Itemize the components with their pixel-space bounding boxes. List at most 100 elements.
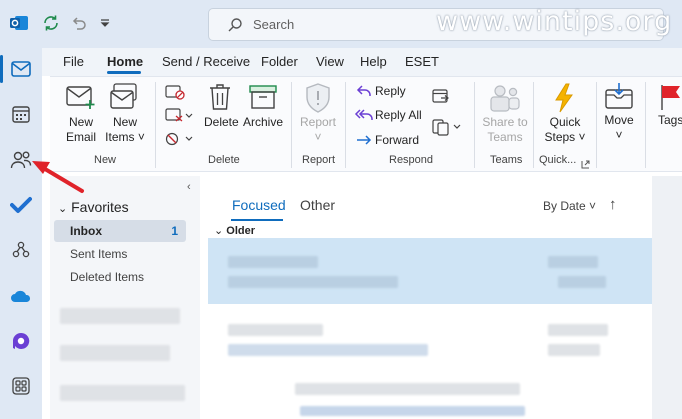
- folder-inbox[interactable]: Inbox 1: [54, 220, 186, 242]
- move-button[interactable]: Move: [602, 113, 636, 128]
- chevron-down-icon: ⌄: [58, 203, 68, 215]
- tab-view[interactable]: View: [316, 54, 344, 69]
- tab-home[interactable]: Home: [107, 54, 143, 69]
- blurred-sender: [228, 256, 318, 268]
- tab-eset[interactable]: ESET: [405, 54, 439, 69]
- blurred-link[interactable]: [300, 406, 525, 416]
- tab-file[interactable]: File: [63, 54, 84, 69]
- todo-icon[interactable]: [0, 185, 42, 225]
- search-input[interactable]: Search: [253, 17, 294, 32]
- group-label-new: New: [94, 154, 117, 166]
- group-separator: [596, 82, 597, 168]
- group-separator: [155, 82, 156, 168]
- group-separator: [345, 82, 346, 168]
- blurred-icons: [548, 324, 608, 336]
- focused-tab-indicator: [231, 219, 283, 221]
- forward-button[interactable]: Forward: [375, 133, 419, 148]
- delete-icon: [208, 83, 232, 116]
- more-respond-icon[interactable]: [432, 118, 462, 141]
- blurred-folder[interactable]: [60, 385, 185, 401]
- favorites-label: Favorites: [71, 199, 129, 215]
- unread-count: 1: [171, 224, 178, 238]
- group-label-respond: Respond: [389, 154, 434, 166]
- tab-send-receive[interactable]: Send / Receive: [162, 54, 250, 69]
- folder-deleted-items[interactable]: Deleted Items: [54, 266, 186, 288]
- calendar-icon[interactable]: [0, 94, 42, 134]
- dialog-launcher-icon[interactable]: [581, 156, 590, 174]
- message-row[interactable]: [208, 310, 652, 380]
- tab-help[interactable]: Help: [360, 54, 387, 69]
- group-label-teams: Teams: [490, 154, 523, 166]
- quick-steps-button[interactable]: Quick Steps ˅: [542, 115, 588, 145]
- group-separator: [645, 82, 646, 168]
- people-icon[interactable]: [0, 140, 42, 180]
- archive-button[interactable]: Archive: [243, 115, 283, 130]
- sort-by-dropdown[interactable]: By Date ˅: [543, 199, 596, 213]
- tab-focused[interactable]: Focused: [232, 197, 286, 213]
- share-to-teams-line2: Teams: [487, 130, 523, 144]
- message-row-selected[interactable]: [208, 238, 652, 304]
- reply-all-button[interactable]: Reply All: [375, 108, 422, 123]
- blurred-text: [295, 383, 520, 395]
- folder-sent-items[interactable]: Sent Items: [54, 243, 186, 265]
- move-icon: [605, 82, 633, 115]
- folder-label: Sent Items: [70, 247, 128, 261]
- mail-icon[interactable]: [0, 49, 42, 89]
- blurred-date: [558, 276, 606, 288]
- blurred-icons: [548, 256, 598, 268]
- group-separator: [474, 82, 475, 168]
- onedrive-icon[interactable]: [0, 276, 42, 316]
- report-dropdown-chevron[interactable]: ˅: [313, 130, 323, 145]
- favorites-header[interactable]: ⌄ Favorites: [58, 199, 129, 215]
- share-to-teams-button[interactable]: Share to Teams: [481, 115, 529, 145]
- blurred-folder[interactable]: [60, 308, 180, 324]
- quick-steps-line2: Steps ˅: [544, 130, 586, 144]
- quick-steps-icon: [553, 83, 575, 118]
- new-email-icon: [66, 84, 96, 115]
- watermark: www.wintips.org: [436, 6, 673, 37]
- blurred-folder[interactable]: [60, 345, 170, 361]
- ignore-icon[interactable]: [165, 84, 187, 105]
- group-label-report: Report: [302, 154, 336, 166]
- collapse-pane-icon[interactable]: ‹: [187, 181, 191, 193]
- blurred-date: [548, 344, 600, 356]
- reply-all-icon: [354, 108, 374, 127]
- sort-direction-icon[interactable]: ↑: [609, 196, 617, 213]
- junk-icon[interactable]: [165, 130, 193, 153]
- tab-folder[interactable]: Folder: [261, 54, 298, 69]
- report-button[interactable]: Report: [299, 115, 337, 130]
- delete-button[interactable]: Delete: [204, 115, 239, 130]
- group-header-label: Older: [226, 225, 256, 237]
- more-apps-icon[interactable]: [0, 366, 42, 406]
- meeting-reply-icon[interactable]: [432, 88, 450, 109]
- blurred-sender: [228, 324, 323, 336]
- viva-icon[interactable]: [0, 321, 42, 361]
- folder-label: Inbox: [70, 224, 102, 238]
- quick-steps-line1: Quick: [549, 115, 581, 129]
- new-items-label-line1: New: [112, 115, 137, 129]
- new-items-button[interactable]: New Items ˅: [104, 115, 146, 145]
- share-to-teams-icon: [489, 83, 521, 118]
- folder-label: Deleted Items: [70, 270, 145, 284]
- move-dropdown-chevron[interactable]: ˅: [614, 128, 624, 143]
- group-label-quick-steps: Quick...: [539, 154, 577, 166]
- cleanup-icon[interactable]: [165, 107, 193, 128]
- title-bar: Search www.wintips.org: [0, 0, 682, 48]
- reply-button[interactable]: Reply: [375, 84, 406, 99]
- archive-icon: [249, 84, 277, 115]
- tags-flag-icon: [660, 83, 682, 116]
- reading-pane-edge: [652, 176, 682, 419]
- customize-quick-access-icon[interactable]: [94, 12, 116, 34]
- tab-other[interactable]: Other: [300, 197, 335, 213]
- undo-icon[interactable]: [67, 12, 89, 34]
- reply-icon: [356, 84, 372, 103]
- search-icon: [227, 17, 243, 38]
- new-email-label-line1: New: [68, 115, 93, 129]
- tags-button[interactable]: Tags: [658, 113, 682, 128]
- apps-org-icon[interactable]: [0, 230, 42, 270]
- forward-icon: [356, 133, 372, 151]
- new-email-button[interactable]: New Email: [64, 115, 98, 145]
- report-shield-icon: [305, 83, 331, 118]
- group-header-older[interactable]: ⌄ Older: [214, 224, 255, 237]
- sync-icon[interactable]: [40, 12, 62, 34]
